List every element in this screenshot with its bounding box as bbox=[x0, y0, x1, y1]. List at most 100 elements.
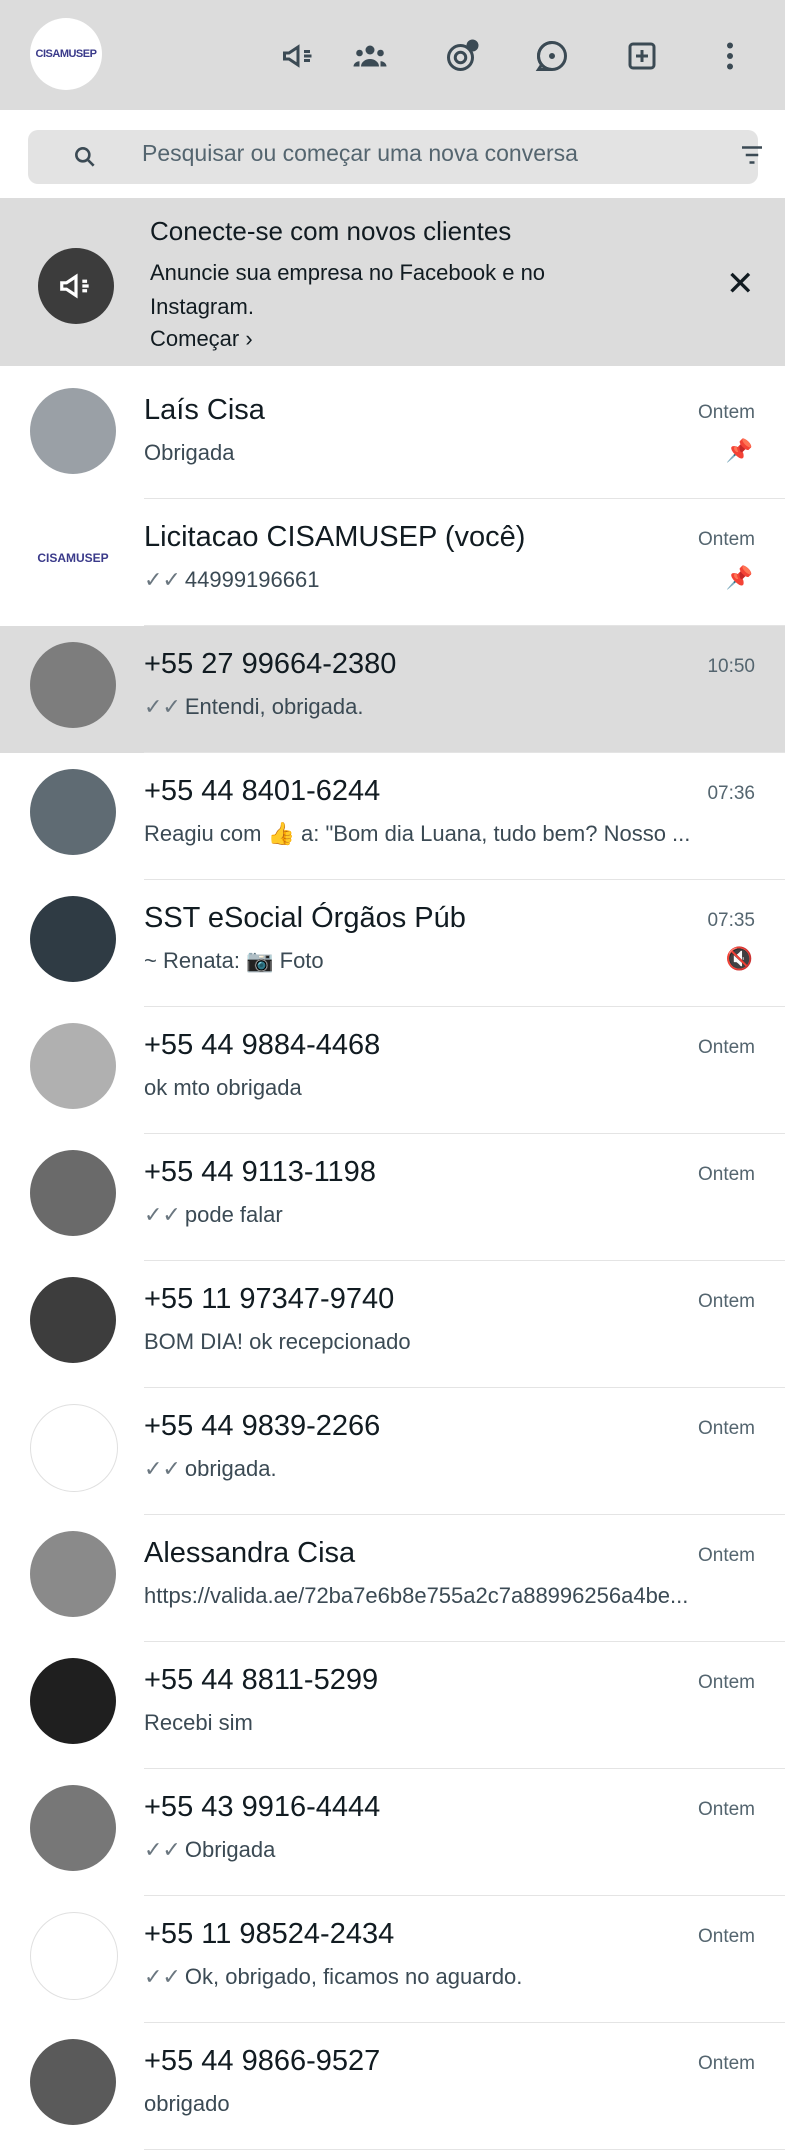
top-bar: CISAMUSEP bbox=[0, 0, 785, 110]
chat-avatar bbox=[30, 896, 116, 982]
chat-last-message: ✓✓ Ok, obrigado, ficamos no aguardo. bbox=[144, 1964, 754, 1990]
chat-message-text: BOM DIA! ok recepcionado bbox=[144, 1329, 411, 1354]
chat-last-message: ✓✓ obrigada. bbox=[144, 1456, 754, 1482]
chat-last-message: ✓✓ 44999196661 bbox=[144, 567, 754, 593]
chat-time: Ontem bbox=[697, 2053, 755, 2074]
chat-last-message: ✓✓ Obrigada bbox=[144, 1837, 754, 1863]
channels-icon[interactable] bbox=[532, 36, 572, 76]
chat-message-text: ~ Renata: 📷 Foto bbox=[144, 948, 324, 973]
menu-icon[interactable] bbox=[710, 36, 750, 76]
chat-avatar bbox=[30, 1912, 118, 2000]
muted-icon: 🔇 bbox=[725, 946, 753, 971]
chat-name: +55 44 8401-6244 bbox=[144, 775, 381, 807]
chat-name: +55 44 9839-2266 bbox=[144, 1410, 381, 1442]
chat-row[interactable]: Alessandra Cisa https://valida.ae/72ba7e6… bbox=[0, 1515, 785, 1642]
pin-icon: 📌 bbox=[725, 565, 753, 590]
chat-time: Ontem bbox=[697, 1672, 755, 1693]
chat-name: Licitacao CISAMUSEP (você) bbox=[144, 521, 526, 553]
chat-time: Ontem bbox=[697, 1291, 755, 1312]
chat-time: Ontem bbox=[697, 1037, 755, 1058]
chat-time: Ontem bbox=[697, 1545, 755, 1566]
chat-row[interactable]: +55 11 97347-9740 BOM DIA! ok recepcionad… bbox=[0, 1261, 785, 1388]
chat-last-message: ✓✓ pode falar bbox=[144, 1202, 754, 1228]
chat-last-message: Recebi sim bbox=[144, 1710, 754, 1736]
chat-message-text: ok mto obrigada bbox=[144, 1075, 302, 1100]
chat-row[interactable]: +55 44 9866-9527 obrigado Ontem bbox=[0, 2023, 785, 2150]
banner-start-link[interactable]: Começar › bbox=[150, 326, 253, 352]
chat-message-text: pode falar bbox=[184, 1202, 283, 1227]
chat-time: Ontem bbox=[697, 402, 755, 423]
chat-avatar bbox=[30, 1785, 116, 1871]
read-ticks-icon: ✓✓ bbox=[144, 1202, 181, 1227]
chat-name: Laís Cisa bbox=[144, 394, 265, 426]
chat-last-message: obrigado bbox=[144, 2091, 754, 2117]
chat-message-text: https://valida.ae/72ba7e6b8e755a2c7a8899… bbox=[144, 1583, 689, 1608]
chat-name: SST eSocial Órgãos Púb bbox=[144, 902, 466, 934]
chat-row[interactable]: +55 44 9113-1198 ✓✓ pode falar Ontem bbox=[0, 1134, 785, 1261]
chat-time: Ontem bbox=[697, 1926, 755, 1947]
search-icon[interactable] bbox=[72, 144, 98, 175]
chat-avatar: CISAMUSEP bbox=[30, 515, 116, 601]
chat-row[interactable]: +55 44 8401-6244 Reagiu com 👍 a: "Bom dia… bbox=[0, 753, 785, 880]
new-chat-icon[interactable] bbox=[622, 36, 662, 76]
megaphone-icon[interactable] bbox=[278, 36, 318, 76]
chat-name: +55 44 9884-4468 bbox=[144, 1029, 381, 1061]
chat-name: Alessandra Cisa bbox=[144, 1537, 356, 1569]
chat-row[interactable]: +55 27 99664-2380 ✓✓ Entendi, obrigada. 10:… bbox=[0, 626, 785, 753]
profile-logo-text: CISAMUSEP bbox=[35, 48, 97, 60]
chat-time: Ontem bbox=[697, 1418, 755, 1439]
chat-name: +55 44 9113-1198 bbox=[144, 1156, 376, 1188]
chat-row[interactable]: SST eSocial Órgãos Púb ~ Renata: 📷 Foto 07… bbox=[0, 880, 785, 1007]
chat-name: +55 27 99664-2380 bbox=[144, 648, 397, 680]
chat-message-text: Reagiu com 👍 a: "Bom dia Luana, tudo bem… bbox=[144, 821, 691, 846]
chat-avatar bbox=[30, 642, 116, 728]
read-ticks-icon: ✓✓ bbox=[144, 694, 181, 719]
communities-icon[interactable] bbox=[350, 36, 390, 76]
chat-row[interactable]: Laís Cisa Obrigada Ontem 📌 bbox=[0, 372, 785, 499]
chat-last-message: ~ Renata: 📷 Foto bbox=[144, 948, 754, 974]
chat-last-message: BOM DIA! ok recepcionado bbox=[144, 1329, 754, 1355]
read-ticks-icon: ✓✓ bbox=[144, 567, 181, 592]
chat-row[interactable]: +55 43 9916-4444 ✓✓ Obrigada Ontem bbox=[0, 1769, 785, 1896]
chat-time: 07:36 bbox=[707, 783, 755, 804]
chat-last-message: ✓✓ Entendi, obrigada. bbox=[144, 694, 754, 720]
chat-avatar bbox=[30, 1150, 116, 1236]
chat-row[interactable]: CISAMUSEP Licitacao CISAMUSEP (você) ✓✓ 449… bbox=[0, 499, 785, 626]
chat-time: Ontem bbox=[697, 1799, 755, 1820]
banner-title: Conecte-se com novos clientes bbox=[150, 216, 512, 246]
chat-time: 10:50 bbox=[707, 656, 755, 677]
chat-message-text: 44999196661 bbox=[184, 567, 320, 592]
search-input[interactable]: Pesquisar ou começar uma nova conversa bbox=[142, 140, 578, 167]
close-icon[interactable]: ✕ bbox=[726, 264, 755, 304]
banner-megaphone-icon bbox=[38, 248, 114, 324]
chat-avatar bbox=[30, 1404, 118, 1492]
chat-last-message: Obrigada bbox=[144, 440, 754, 466]
chat-last-message: ok mto obrigada bbox=[144, 1075, 754, 1101]
profile-avatar[interactable]: CISAMUSEP bbox=[30, 18, 102, 90]
read-ticks-icon: ✓✓ bbox=[144, 1964, 181, 1989]
chat-avatar bbox=[30, 1658, 116, 1744]
chat-name: +55 11 98524-2434 bbox=[144, 1918, 395, 1950]
chat-name: +55 44 8811-5299 bbox=[144, 1664, 379, 1696]
pin-icon: 📌 bbox=[725, 438, 753, 463]
chat-row[interactable]: +55 11 98524-2434 ✓✓ Ok, obrigado, ficamos… bbox=[0, 1896, 785, 2023]
filter-icon[interactable] bbox=[737, 140, 767, 175]
chat-avatar bbox=[30, 1023, 116, 1109]
chat-time: Ontem bbox=[697, 1164, 755, 1185]
chat-row[interactable]: +55 44 8811-5299 Recebi sim Ontem bbox=[0, 1642, 785, 1769]
chat-avatar bbox=[30, 388, 116, 474]
chat-avatar bbox=[30, 2039, 116, 2125]
banner-text: Anuncie sua empresa no Facebook e no Ins… bbox=[150, 260, 546, 319]
chat-time: 07:35 bbox=[707, 910, 755, 931]
chat-message-text: obrigado bbox=[144, 2091, 230, 2116]
chat-row[interactable]: +55 44 9839-2266 ✓✓ obrigada. Ontem bbox=[0, 1388, 785, 1515]
chat-message-text: obrigada. bbox=[184, 1456, 277, 1481]
chat-name: +55 11 97347-9740 bbox=[144, 1283, 395, 1315]
status-icon[interactable] bbox=[442, 36, 482, 76]
chat-avatar bbox=[30, 1277, 116, 1363]
chat-row[interactable]: +55 44 9884-4468 ok mto obrigada Ontem bbox=[0, 1007, 785, 1134]
chat-message-text: Ok, obrigado, ficamos no aguardo. bbox=[184, 1964, 523, 1989]
read-ticks-icon: ✓✓ bbox=[144, 1837, 181, 1862]
chat-message-text: Recebi sim bbox=[144, 1710, 253, 1735]
chat-message-text: Obrigada bbox=[184, 1837, 276, 1862]
